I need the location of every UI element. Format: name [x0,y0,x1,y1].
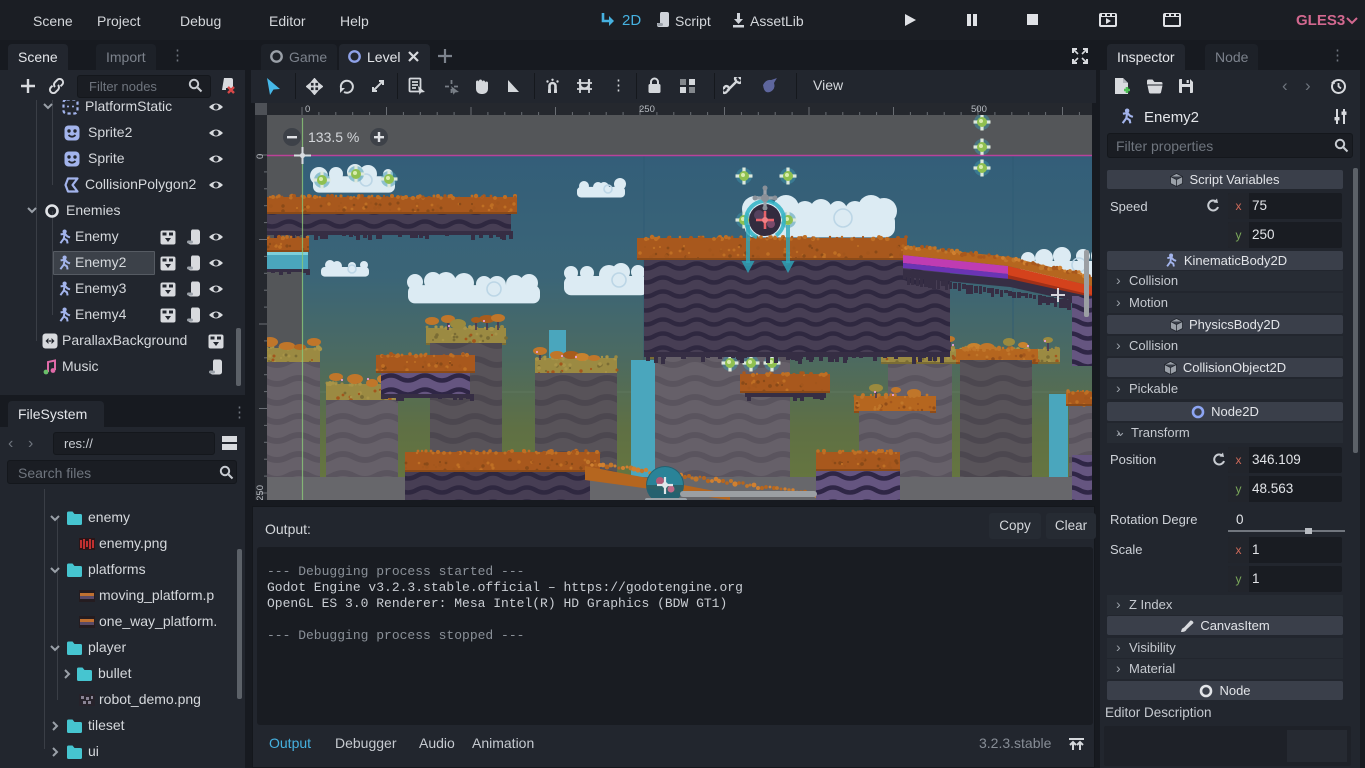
svg-text:133.5 %: 133.5 % [308,129,359,145]
svg-text:0: 0 [305,104,310,115]
svg-text:250: 250 [639,104,655,115]
svg-text:0: 0 [255,154,266,159]
svg-text:250: 250 [255,485,266,500]
svg-text:500: 500 [971,104,987,115]
